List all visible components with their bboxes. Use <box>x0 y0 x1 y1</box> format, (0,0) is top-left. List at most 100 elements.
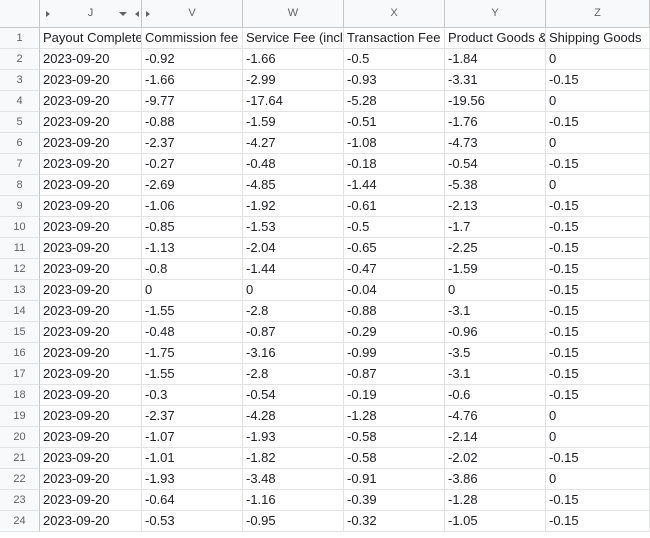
cell[interactable]: 0 <box>546 91 650 112</box>
cell[interactable]: -0.39 <box>344 490 445 511</box>
row-number[interactable]: 8 <box>0 175 40 196</box>
cell[interactable]: -0.92 <box>142 49 243 70</box>
cell[interactable]: 2023-09-20 <box>40 448 142 469</box>
cell[interactable]: -0.51 <box>344 112 445 133</box>
cell[interactable]: -0.15 <box>546 490 650 511</box>
cell[interactable]: -3.86 <box>445 469 546 490</box>
cell[interactable]: -1.08 <box>344 133 445 154</box>
cell[interactable]: -2.99 <box>243 70 344 91</box>
cell[interactable]: -4.28 <box>243 406 344 427</box>
cell[interactable]: -0.6 <box>445 385 546 406</box>
cell[interactable]: -5.38 <box>445 175 546 196</box>
cell[interactable]: Service Fee (incl <box>243 28 344 49</box>
cell[interactable]: -0.15 <box>546 217 650 238</box>
cell[interactable]: -1.28 <box>445 490 546 511</box>
cell[interactable]: -1.82 <box>243 448 344 469</box>
cell[interactable]: 0 <box>445 280 546 301</box>
row-number[interactable]: 15 <box>0 322 40 343</box>
cell[interactable]: 2023-09-20 <box>40 427 142 448</box>
cell[interactable]: -4.27 <box>243 133 344 154</box>
cell[interactable]: -1.76 <box>445 112 546 133</box>
row-number[interactable]: 7 <box>0 154 40 175</box>
column-header-x[interactable]: X <box>344 0 445 28</box>
cell[interactable]: -0.8 <box>142 259 243 280</box>
cell[interactable]: -2.37 <box>142 133 243 154</box>
cell[interactable]: 0 <box>546 427 650 448</box>
cell[interactable]: 2023-09-20 <box>40 490 142 511</box>
cell[interactable]: -0.15 <box>546 301 650 322</box>
row-number[interactable]: 10 <box>0 217 40 238</box>
cell[interactable]: -4.85 <box>243 175 344 196</box>
column-menu-icon[interactable] <box>119 12 127 16</box>
cell[interactable]: -2.8 <box>243 301 344 322</box>
cell[interactable]: -0.88 <box>142 112 243 133</box>
cell[interactable]: -0.95 <box>243 511 344 532</box>
row-number[interactable]: 16 <box>0 343 40 364</box>
cell[interactable]: -2.69 <box>142 175 243 196</box>
row-number[interactable]: 4 <box>0 91 40 112</box>
cell[interactable]: -0.15 <box>546 112 650 133</box>
cell[interactable]: -3.16 <box>243 343 344 364</box>
cell[interactable]: -1.93 <box>243 427 344 448</box>
cell[interactable]: Payout Completed <box>40 28 142 49</box>
cell[interactable]: 2023-09-20 <box>40 280 142 301</box>
cell[interactable]: -0.48 <box>142 322 243 343</box>
cell[interactable]: -0.15 <box>546 196 650 217</box>
cell[interactable]: -0.48 <box>243 154 344 175</box>
cell[interactable]: -0.15 <box>546 280 650 301</box>
expand-hidden-columns-icon[interactable] <box>146 11 150 17</box>
cell[interactable]: 0 <box>546 406 650 427</box>
cell[interactable]: -1.06 <box>142 196 243 217</box>
cell[interactable]: -1.75 <box>142 343 243 364</box>
cell[interactable]: -19.56 <box>445 91 546 112</box>
row-number[interactable]: 18 <box>0 385 40 406</box>
cell[interactable]: -1.66 <box>243 49 344 70</box>
cell[interactable]: 2023-09-20 <box>40 406 142 427</box>
cell[interactable]: -2.14 <box>445 427 546 448</box>
cell[interactable]: Product Goods & <box>445 28 546 49</box>
cell[interactable]: -0.88 <box>344 301 445 322</box>
cell[interactable]: -2.04 <box>243 238 344 259</box>
cell[interactable]: -0.58 <box>344 448 445 469</box>
cell[interactable]: -0.15 <box>546 511 650 532</box>
cell[interactable]: -0.19 <box>344 385 445 406</box>
collapse-columns-icon[interactable] <box>135 11 139 17</box>
row-number[interactable]: 14 <box>0 301 40 322</box>
cell[interactable]: 0 <box>243 280 344 301</box>
cell[interactable]: -1.84 <box>445 49 546 70</box>
cell[interactable]: -0.15 <box>546 70 650 91</box>
cell[interactable]: -0.15 <box>546 448 650 469</box>
cell[interactable]: -0.91 <box>344 469 445 490</box>
cell[interactable]: -3.31 <box>445 70 546 91</box>
cell[interactable]: -1.55 <box>142 301 243 322</box>
cell[interactable]: -1.93 <box>142 469 243 490</box>
cell[interactable]: 2023-09-20 <box>40 133 142 154</box>
row-number[interactable]: 19 <box>0 406 40 427</box>
cell[interactable]: 2023-09-20 <box>40 301 142 322</box>
cell[interactable]: -1.59 <box>445 259 546 280</box>
cell[interactable]: 0 <box>142 280 243 301</box>
cell[interactable]: 0 <box>546 469 650 490</box>
cell[interactable]: -17.64 <box>243 91 344 112</box>
cell[interactable]: 0 <box>546 49 650 70</box>
cell[interactable]: -1.05 <box>445 511 546 532</box>
row-number[interactable]: 1 <box>0 28 40 49</box>
cell[interactable]: -3.5 <box>445 343 546 364</box>
row-number[interactable]: 12 <box>0 259 40 280</box>
cell[interactable]: 2023-09-20 <box>40 511 142 532</box>
cell[interactable]: -1.28 <box>344 406 445 427</box>
cell[interactable]: -0.58 <box>344 427 445 448</box>
cell[interactable]: -0.15 <box>546 343 650 364</box>
cell[interactable]: Commission fee <box>142 28 243 49</box>
cell[interactable]: -0.15 <box>546 238 650 259</box>
cell[interactable]: 2023-09-20 <box>40 175 142 196</box>
cell[interactable]: -1.7 <box>445 217 546 238</box>
cell[interactable]: 2023-09-20 <box>40 70 142 91</box>
cell[interactable]: 0 <box>546 175 650 196</box>
cell[interactable]: -0.5 <box>344 49 445 70</box>
column-header-z[interactable]: Z <box>546 0 650 28</box>
cell[interactable]: -0.65 <box>344 238 445 259</box>
cell[interactable]: -3.1 <box>445 364 546 385</box>
cell[interactable]: -4.73 <box>445 133 546 154</box>
cell[interactable]: 2023-09-20 <box>40 49 142 70</box>
